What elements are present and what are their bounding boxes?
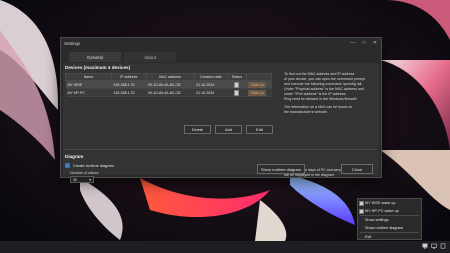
help-line: Under "Physical address" is the MAC addr… bbox=[284, 86, 364, 91]
help-line: and execute the following command: ipcon… bbox=[284, 81, 363, 86]
create-diagram-checkbox[interactable]: ✓ Create runtime diagram bbox=[65, 162, 275, 169]
device-ip: 192.168.1.75 bbox=[111, 88, 146, 97]
menu-item-show-settings[interactable]: Show settings bbox=[358, 216, 421, 224]
app-tray-icon[interactable] bbox=[422, 243, 428, 249]
table-row[interactable]: MY HP-PC 192.168.1.75 00-1D-60-4A-8C-CB … bbox=[65, 88, 272, 97]
status-pc-icon bbox=[234, 81, 240, 88]
device-ip: 192.168.1.75 bbox=[111, 80, 146, 89]
minimize-button[interactable]: — bbox=[350, 40, 356, 46]
tab-about[interactable]: About bbox=[124, 52, 176, 62]
device-date: 21.10.2024 bbox=[194, 88, 228, 97]
settings-window: Settings — □ ✕ General About Devices (ma… bbox=[60, 37, 382, 183]
col-mac: MAC address bbox=[145, 73, 195, 81]
wake-up-button[interactable]: Wake up bbox=[248, 89, 267, 96]
menu-item-show-diagram[interactable]: Show runtime diagram bbox=[358, 224, 421, 232]
diagram-title: Diagram bbox=[65, 154, 84, 159]
col-status: Status bbox=[227, 73, 247, 81]
window-titlebar[interactable]: Settings — □ ✕ bbox=[61, 38, 381, 48]
table-row[interactable]: MY WSE 192.168.1.75 00-1D-60-4A-8C-CB 21… bbox=[65, 80, 272, 89]
col-action bbox=[245, 73, 273, 81]
device-mac: 00-1D-60-4A-8C-CB bbox=[146, 88, 195, 97]
tray-context-menu: MY WSE wake up MY HP-PC wake up Show set… bbox=[357, 198, 422, 240]
notification-icon[interactable] bbox=[440, 243, 446, 249]
col-name: Name bbox=[65, 73, 112, 81]
show-runtime-diagram-button[interactable]: Show runtime diagram bbox=[257, 164, 305, 174]
menu-item-wake-hp[interactable]: MY HP-PC wake up bbox=[358, 207, 421, 215]
col-date: Creation date bbox=[193, 73, 229, 81]
window-title: Settings bbox=[64, 40, 81, 46]
chevron-down-icon: ▾ bbox=[89, 177, 91, 182]
device-actions: Delete Add Edit bbox=[184, 125, 273, 134]
device-date: 21.10.2024 bbox=[194, 80, 228, 89]
close-window-button[interactable]: ✕ bbox=[372, 40, 378, 46]
devices-section: Devices (maximum 4 devices) Name IP addr… bbox=[65, 65, 275, 97]
section-divider bbox=[65, 149, 377, 150]
menu-item-label: MY WSE wake up bbox=[365, 201, 396, 205]
status-pc-icon bbox=[234, 89, 240, 96]
settings-content: Devices (maximum 4 devices) Name IP addr… bbox=[63, 63, 379, 183]
diagram-section: Diagram ✓ Create runtime diagram Number … bbox=[65, 154, 275, 183]
col-ip: IP address bbox=[111, 73, 147, 81]
maximize-button[interactable]: □ bbox=[361, 40, 367, 46]
delete-button[interactable]: Delete bbox=[184, 125, 211, 134]
pc-icon bbox=[359, 208, 364, 214]
checkbox-label: Create runtime diagram bbox=[73, 163, 114, 168]
pc-icon bbox=[359, 200, 364, 206]
devices-title: Devices (maximum 4 devices) bbox=[65, 65, 131, 70]
edit-button[interactable]: Edit bbox=[246, 125, 273, 134]
menu-item-label: MY HP-PC wake up bbox=[365, 209, 399, 213]
wake-up-button[interactable]: Wake up bbox=[248, 81, 267, 88]
help-line: the manufacturer's website. bbox=[284, 110, 328, 115]
values-select[interactable]: 30 ▾ bbox=[70, 176, 94, 183]
values-label: Number of values: bbox=[70, 171, 100, 175]
device-name: MY WSE bbox=[65, 80, 112, 89]
menu-item-wake-wse[interactable]: MY WSE wake up bbox=[358, 199, 421, 207]
checkmark-icon[interactable]: ✓ bbox=[65, 163, 70, 168]
device-mac: 00-1D-60-4A-8C-CB bbox=[146, 80, 195, 89]
menu-item-exit[interactable]: Exit bbox=[358, 233, 421, 241]
values-selected: 30 bbox=[73, 177, 77, 182]
network-icon[interactable] bbox=[431, 243, 437, 249]
help-text: To find out the MAC address and IP addre… bbox=[284, 72, 376, 115]
close-button[interactable]: Close bbox=[341, 164, 373, 174]
add-button[interactable]: Add bbox=[215, 125, 242, 134]
devices-table: Name IP address MAC address Creation dat… bbox=[65, 73, 273, 97]
device-name: MY HP-PC bbox=[65, 88, 112, 97]
taskbar bbox=[0, 241, 450, 253]
tab-general[interactable]: General bbox=[69, 52, 121, 62]
